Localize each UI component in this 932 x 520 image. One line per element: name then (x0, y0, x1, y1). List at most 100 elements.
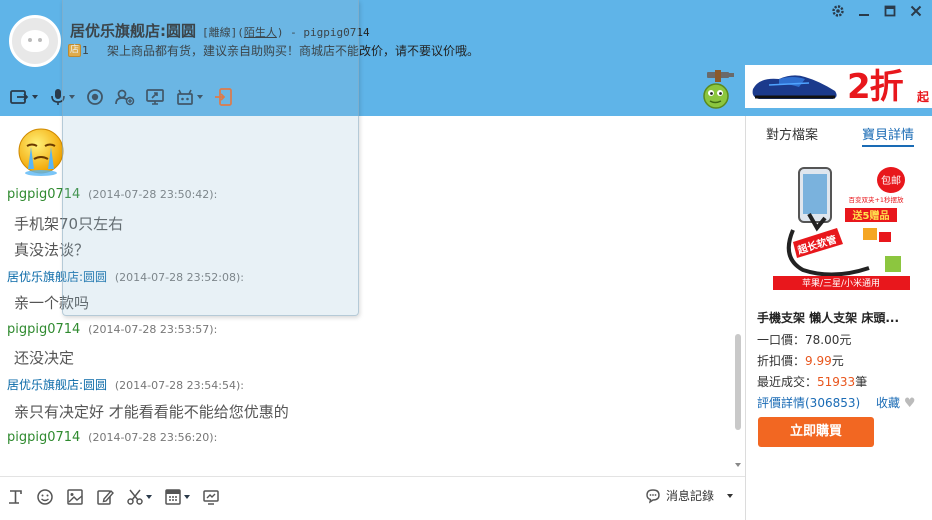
chevron-down-icon (727, 493, 734, 498)
screen-share-button[interactable] (146, 86, 164, 108)
scroll-down-arrow-icon[interactable] (735, 463, 741, 467)
add-contact-button[interactable] (115, 86, 135, 108)
chat-toolbar (10, 86, 234, 108)
shop-badge-icon[interactable]: 店 (68, 44, 81, 57)
status-prefix: [離線]( (202, 26, 244, 39)
emoji-icon (37, 489, 53, 505)
chat-scrollbar[interactable] (734, 116, 743, 472)
sender-name[interactable]: pigpig0714 (7, 430, 80, 445)
price-label: 一口價： (757, 333, 806, 347)
message-time: (2014-07-28 23:53:57): (88, 323, 218, 336)
voice-button[interactable] (49, 86, 75, 108)
message-header: 居优乐旗舰店:圆圆 (2014-07-28 23:54:54): (7, 376, 244, 393)
message-input[interactable] (0, 508, 745, 520)
message-text: 亲只有决定好 才能看看能不能给您优惠的 (14, 403, 289, 421)
image-button[interactable] (66, 486, 84, 508)
product-image[interactable]: 包邮 百变双夹+1秒摆放 送5赠品 超长软管 苹果/三星/小米通用 (773, 158, 910, 296)
message-text: 手机架70只左右 (14, 215, 124, 233)
discount-value: 9.99 (805, 354, 832, 368)
ad-banner[interactable]: 2折 起 (745, 65, 932, 108)
close-icon[interactable] (908, 4, 924, 20)
mascot-icon[interactable] (701, 70, 735, 110)
shop-notice-row: 店 1 架上商品都有货，建议亲自助购买！商城店不能改价，请不要议价哦。 (68, 42, 479, 59)
message-time: (2014-07-28 23:54:54): (114, 379, 244, 392)
screenshot-cut-button[interactable] (126, 486, 152, 508)
message-time: (2014-07-28 23:56:20): (88, 431, 218, 444)
discount-row: 折扣價：9.99元 (757, 352, 844, 369)
remote-assist-button[interactable] (175, 86, 203, 108)
relation-link[interactable]: 陌生人 (244, 26, 277, 39)
message-text: 亲一个款吗 (14, 294, 90, 312)
compat-text: 苹果/三星/小米通用 (802, 277, 880, 289)
shop-notice: 架上商品都有货，建议亲自助购买！商城店不能改价，请不要议价哦。 (107, 44, 480, 58)
chevron-down-icon (69, 95, 75, 99)
contact-avatar[interactable] (9, 15, 61, 67)
message-header: pigpig0714 (2014-07-28 23:56:20): (7, 430, 217, 445)
recent-sales-label: 最近成交： (757, 375, 818, 389)
window-controls (830, 4, 924, 20)
sender-name[interactable]: 居优乐旗舰店:圆圆 (7, 270, 107, 284)
divider (0, 476, 745, 477)
voice-icon (51, 89, 65, 105)
crying-emoji-icon (18, 128, 64, 176)
promo-text-2: 送5赠品 (852, 209, 890, 222)
sender-name[interactable]: pigpig0714 (7, 322, 80, 337)
tab-profile[interactable]: 對方檔案 (766, 124, 818, 143)
shoe-image (752, 75, 837, 99)
video-icon (87, 89, 103, 105)
sender-name[interactable]: pigpig0714 (7, 187, 80, 202)
message-time: (2014-07-28 23:52:08): (114, 271, 244, 284)
free-ship-text: 包邮 (881, 174, 901, 187)
chat-history-button[interactable]: 消息記錄 (645, 487, 734, 504)
message-time: (2014-07-28 23:50:42): (88, 188, 218, 201)
recent-sales-unit: 筆 (855, 375, 868, 389)
minimize-icon[interactable] (856, 4, 872, 20)
buy-now-button[interactable]: 立即購買 (758, 417, 874, 447)
links-row: 評價詳情(306853) 收藏 ♥ (757, 394, 916, 411)
reviews-link[interactable]: 評價詳情(306853) (757, 396, 860, 410)
settings-icon[interactable] (830, 4, 846, 20)
heart-icon[interactable]: ♥ (904, 396, 916, 411)
chevron-down-icon (32, 95, 38, 99)
shop-title[interactable]: 居优乐旗舰店:圆圆 (70, 20, 196, 41)
video-button[interactable] (86, 86, 104, 108)
chevron-down-icon (146, 495, 152, 499)
sender-name[interactable]: 居优乐旗舰店:圆圆 (7, 378, 107, 392)
message-header: pigpig0714 (2014-07-28 23:53:57): (7, 322, 217, 337)
chat-history-pane[interactable] (0, 116, 745, 476)
chat-history-icon (646, 488, 660, 504)
promo-text-1: 百变双夹+1秒摆放 (848, 195, 904, 204)
add-contact-icon (115, 89, 135, 106)
avatar-face-icon (21, 30, 49, 52)
remote-assist-icon (177, 89, 193, 105)
calculator-button[interactable] (164, 486, 190, 508)
tab-item-details[interactable]: 寶貝詳情 (862, 124, 915, 147)
scroll-thumb[interactable] (735, 334, 741, 430)
edit-icon (97, 489, 114, 505)
calculator-icon (165, 489, 181, 505)
favorite-link[interactable]: 收藏 (876, 396, 900, 410)
image-icon (67, 489, 83, 505)
recent-sales-count: 51933 (817, 375, 856, 389)
right-panel: 對方檔案 寶貝詳情 包邮 百变双夹+1秒摆放 送5赠品 超长软管 苹果/三星/小… (745, 116, 932, 520)
screen-share-icon (146, 89, 164, 105)
status-suffix: ) - pigpig0714 (276, 26, 370, 39)
edit-button[interactable] (96, 486, 114, 508)
product-title[interactable]: 手機支架 懶人支架 床頭... (757, 309, 899, 326)
right-panel-tabs: 對方檔案 寶貝詳情 (746, 124, 932, 147)
screenshot-icon (203, 490, 219, 505)
scissors-icon (127, 489, 143, 505)
transfer-file-button[interactable] (10, 86, 38, 108)
font-button[interactable] (8, 486, 24, 508)
screen-capture-button[interactable] (202, 486, 220, 508)
font-icon (9, 490, 22, 504)
recent-sales-row: 最近成交：51933筆 (757, 373, 867, 390)
more-apps-icon (215, 88, 232, 106)
chat-history-label: 消息記錄 (666, 489, 715, 503)
price-row: 一口價：78.00元 (757, 331, 851, 348)
emoji-button[interactable] (36, 486, 54, 508)
more-apps-button[interactable] (214, 86, 234, 108)
discount-unit: 元 (831, 354, 844, 368)
shop-level: 1 (82, 44, 89, 57)
maximize-icon[interactable] (882, 4, 898, 20)
